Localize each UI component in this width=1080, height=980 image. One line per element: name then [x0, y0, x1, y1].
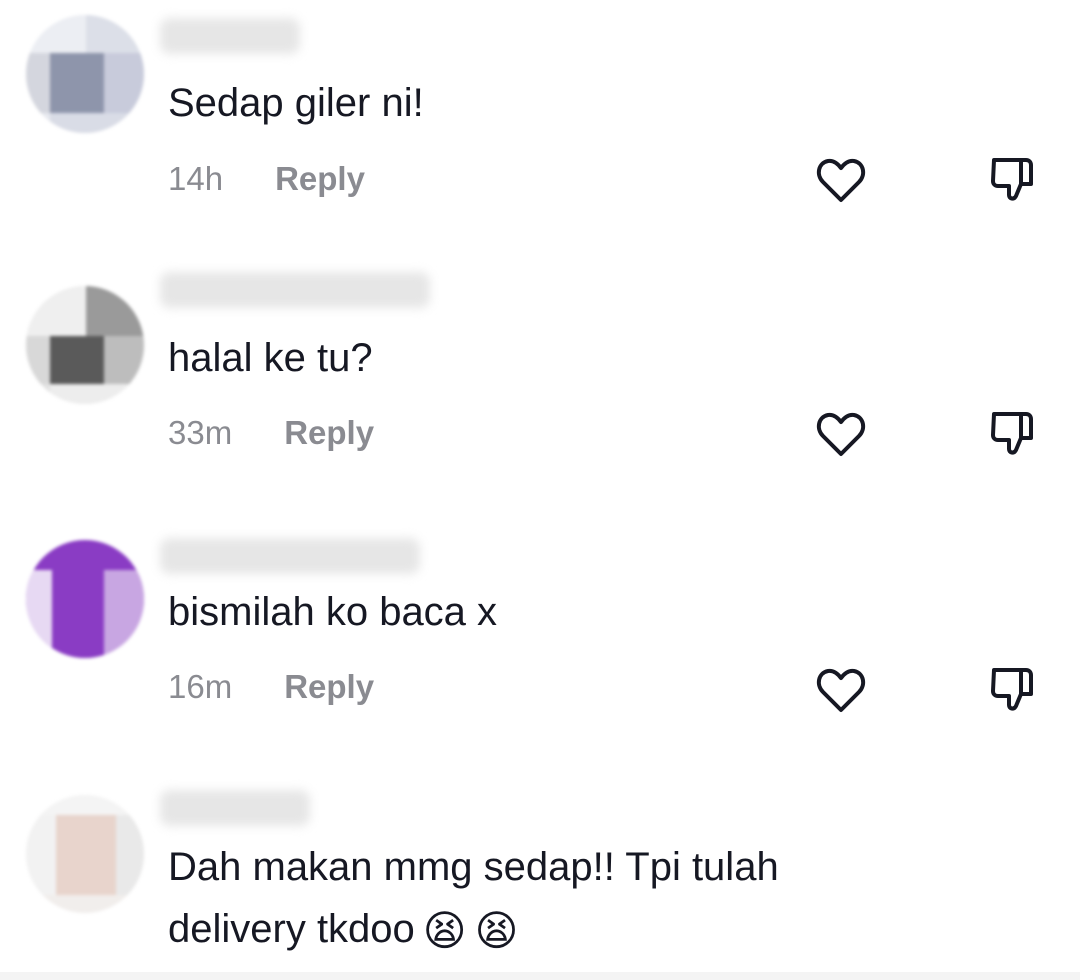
heart-icon[interactable] [815, 156, 867, 204]
thumbs-down-icon[interactable] [986, 152, 1040, 206]
heart-icon[interactable] [815, 666, 867, 714]
comment-text-content: Dah makan mmg sedap!! Tpi tulah delivery… [168, 845, 779, 951]
heart-icon[interactable] [815, 410, 867, 458]
tired-face-emoji: 😫 [422, 907, 467, 955]
comment-text: Sedap giler ni! [168, 81, 424, 125]
comment-text: halal ke tu? [168, 336, 373, 380]
user-avatar[interactable] [26, 15, 144, 133]
thumbs-down-icon[interactable] [986, 406, 1040, 460]
reply-button[interactable]: Reply [284, 668, 374, 706]
username-redacted[interactable] [160, 18, 300, 54]
comment-time: 14h [168, 160, 224, 197]
comment-meta: 33m Reply [168, 414, 374, 452]
comment-text: bismilah ko baca x [168, 590, 498, 634]
username-redacted[interactable] [160, 538, 420, 574]
divider [0, 972, 1080, 980]
username-redacted[interactable] [160, 272, 430, 308]
comment-text: Dah makan mmg sedap!! Tpi tulah delivery… [168, 836, 928, 962]
comment-meta: 14h Reply [168, 160, 365, 198]
user-avatar[interactable] [26, 540, 144, 658]
username-redacted[interactable] [160, 790, 310, 826]
thumbs-down-icon[interactable] [986, 662, 1040, 716]
comment-time: 33m [168, 414, 233, 451]
user-avatar[interactable] [26, 286, 144, 404]
comment-time: 16m [168, 668, 233, 705]
tired-face-emoji: 😫 [474, 907, 519, 955]
comment-meta: 16m Reply [168, 668, 374, 706]
reply-button[interactable]: Reply [275, 160, 365, 198]
user-avatar[interactable] [26, 795, 144, 913]
reply-button[interactable]: Reply [284, 414, 374, 452]
